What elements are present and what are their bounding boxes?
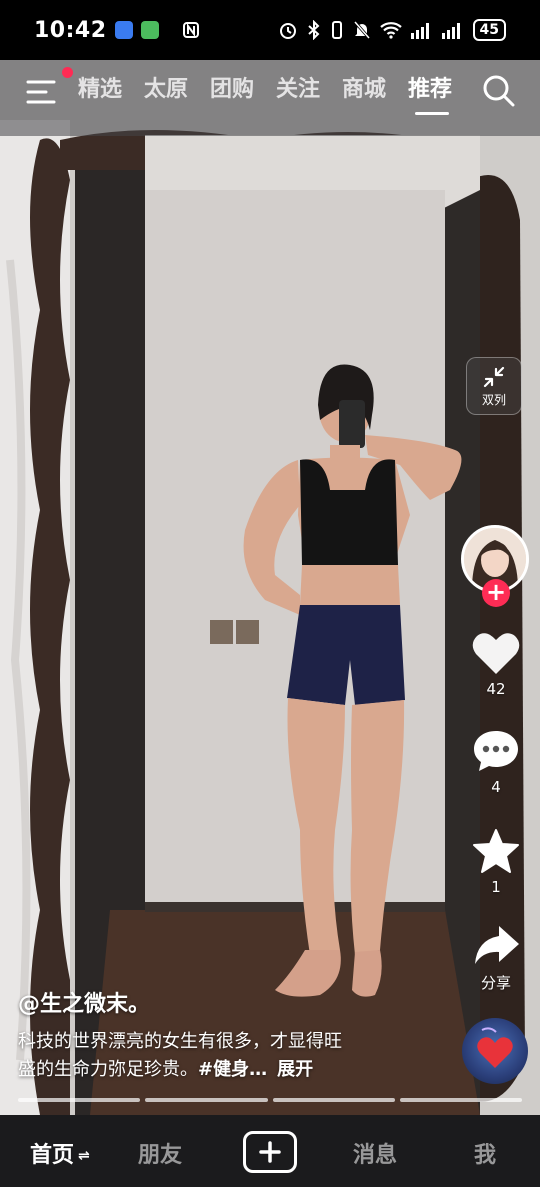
tab-mall[interactable]: 商城 — [342, 74, 408, 106]
comment-action[interactable]: 4 — [466, 728, 526, 796]
like-count: 42 — [486, 680, 506, 698]
dual-column-label: 双列 — [481, 392, 506, 407]
search-icon[interactable] — [482, 74, 516, 108]
comment-count: 4 — [491, 778, 501, 796]
share-action[interactable]: 分享 — [466, 924, 526, 993]
battery-indicator: 45 — [472, 19, 506, 41]
bluetooth-icon — [307, 20, 319, 40]
map-app-icon — [140, 21, 159, 39]
signal-icon-2 — [441, 23, 460, 39]
mute-icon — [353, 21, 370, 39]
alarm-icon — [279, 23, 296, 39]
vibrate-icon — [331, 21, 342, 39]
progress-segment — [145, 1098, 268, 1102]
nav-messages[interactable]: 消息 — [353, 1137, 397, 1169]
share-icon[interactable] — [471, 924, 521, 968]
tab-recommended[interactable]: 推荐 — [408, 74, 474, 115]
shrink-arrows-icon — [483, 366, 505, 387]
comment-icon[interactable] — [471, 728, 521, 774]
caption: 科技的世界漂亮的女生有很多，才显得旺 盛的生命力弥足珍贵。#健身… 展开 — [18, 1028, 448, 1084]
favorite-count: 1 — [491, 878, 501, 896]
progress-segment — [18, 1098, 141, 1102]
nav-home[interactable]: 首页 ⇌ — [30, 1137, 90, 1169]
nav-tabs: 精选 太原 团购 关注 商城 推荐 — [78, 74, 474, 115]
like-action[interactable]: 42 — [466, 630, 526, 698]
progress-segment — [399, 1098, 522, 1102]
status-time: 10:42 — [34, 17, 107, 43]
progress-segment — [272, 1098, 395, 1102]
star-icon[interactable] — [471, 828, 521, 874]
plus-icon — [259, 1141, 281, 1163]
caption-line-2-text: 盛的生命力弥足珍贵。 — [18, 1059, 198, 1080]
location-app-icon — [114, 21, 133, 39]
nfc-icon — [182, 22, 199, 38]
notification-dot — [62, 67, 73, 78]
video-player[interactable] — [0, 60, 540, 1115]
status-bar: 10:42 45 — [0, 0, 540, 60]
nav-friends[interactable]: 朋友 — [138, 1137, 182, 1169]
favorite-action[interactable]: 1 — [466, 828, 526, 896]
switch-arrows-icon: ⇌ — [78, 1148, 90, 1164]
heart-icon[interactable] — [471, 630, 521, 676]
expand-button[interactable]: 展开 — [277, 1059, 313, 1080]
hashtag-link[interactable]: #健身… — [198, 1059, 267, 1080]
tab-taiyuan[interactable]: 太原 — [144, 74, 210, 106]
progress-segments — [18, 1098, 522, 1102]
caption-line-1: 科技的世界漂亮的女生有很多，才显得旺 — [18, 1031, 342, 1052]
video-frame — [0, 60, 540, 1115]
status-icons: 45 — [182, 19, 506, 41]
menu-icon[interactable] — [26, 78, 58, 106]
music-cover-heart-icon — [477, 1027, 513, 1068]
dual-column-button[interactable]: 双列 — [466, 357, 522, 415]
tab-following[interactable]: 关注 — [276, 74, 342, 106]
nav-me[interactable]: 我 — [474, 1137, 496, 1169]
tab-featured[interactable]: 精选 — [78, 74, 144, 106]
author-name[interactable]: @生之微末。 — [18, 986, 150, 1018]
share-label: 分享 — [480, 974, 511, 992]
top-nav: 精选 太原 团购 关注 商城 推荐 — [0, 60, 540, 136]
follow-button[interactable]: + — [482, 579, 510, 607]
caption-line-2: 盛的生命力弥足珍贵。#健身… 展开 — [18, 1056, 448, 1084]
create-post-button[interactable] — [243, 1131, 297, 1173]
tab-group-buy[interactable]: 团购 — [210, 74, 276, 106]
music-disc[interactable] — [462, 1018, 528, 1084]
nav-home-label: 首页 — [30, 1143, 75, 1168]
wifi-icon — [379, 22, 402, 39]
signal-icon — [410, 23, 429, 39]
